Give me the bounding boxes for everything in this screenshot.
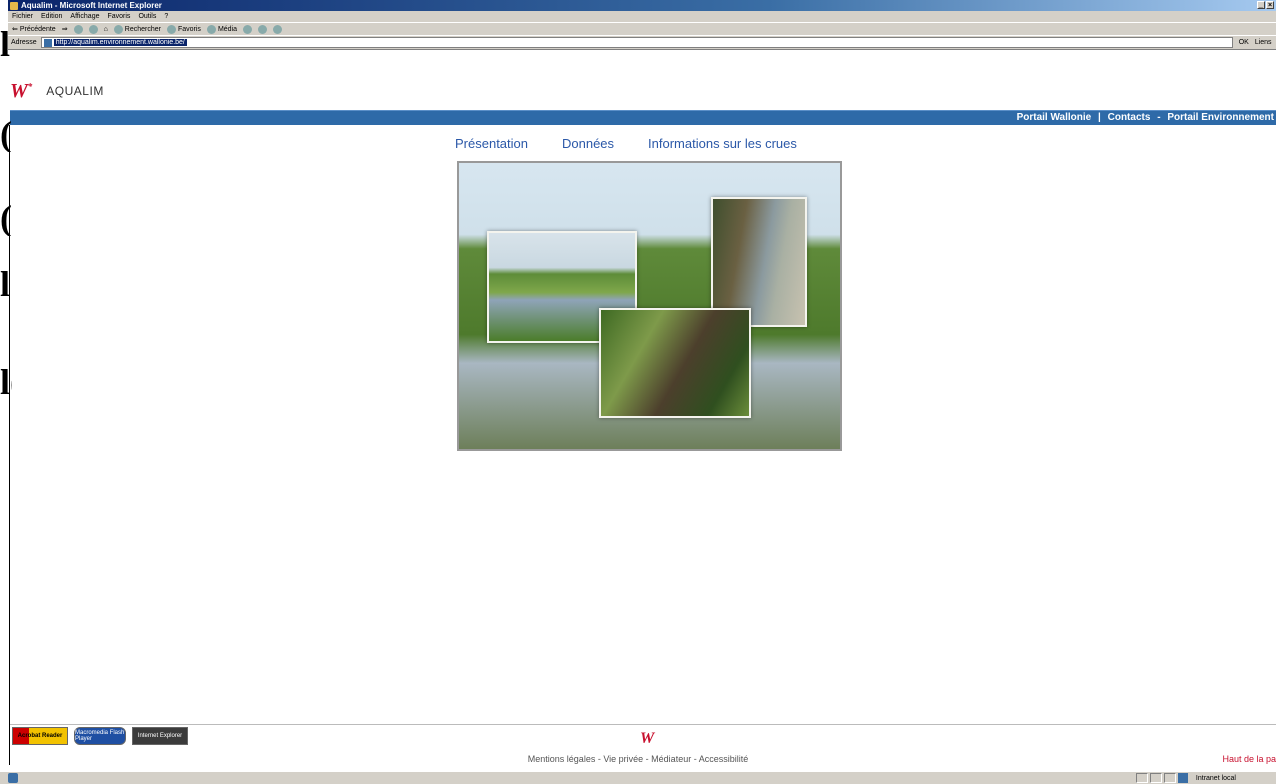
link-portail-wallonie[interactable]: Portail Wallonie <box>1017 112 1092 123</box>
security-zone: Intranet local <box>1195 774 1236 782</box>
menu-edition[interactable]: Edition <box>41 13 62 20</box>
mail-icon <box>258 24 268 34</box>
mail-button[interactable] <box>258 24 268 34</box>
stop-button[interactable] <box>73 24 83 34</box>
search-label: Rechercher <box>124 25 161 33</box>
print-button[interactable] <box>273 24 283 34</box>
top-link-separator: - <box>1157 112 1161 123</box>
window-title-bar[interactable]: Aqualim - Microsoft Internet Explorer _ … <box>8 0 1276 11</box>
main-nav: Présentation Données Informations sur le… <box>455 136 797 151</box>
footer-wallonie-logo: W <box>640 730 655 747</box>
history-button[interactable] <box>243 24 253 34</box>
menu-bar: Fichier Edition Affichage Favoris Outils… <box>8 11 1276 22</box>
browser-toolbar: ⇐ Précédente ⇒ ⌂ Rechercher Favoris Média <box>8 22 1276 35</box>
home-icon: ⌂ <box>103 25 108 33</box>
flash-player-badge[interactable]: Macromedia Flash Player <box>74 727 126 745</box>
ie-app-icon <box>10 1 18 10</box>
top-links: Portail Wallonie | Contacts - Portail En… <box>1017 112 1274 123</box>
print-icon <box>273 24 283 34</box>
favorites-button[interactable]: Favoris <box>166 24 201 34</box>
menu-fichier[interactable]: Fichier <box>12 13 33 20</box>
back-label: Précédente <box>19 25 56 33</box>
bg-glyph-1: l <box>0 26 11 62</box>
menu-help[interactable]: ? <box>164 13 168 20</box>
refresh-icon <box>88 24 98 34</box>
page-status-icon <box>8 773 18 783</box>
favorites-label: Favoris <box>177 25 201 33</box>
nav-crues[interactable]: Informations sur les crues <box>648 136 797 151</box>
window-controls: _ × <box>1257 1 1274 9</box>
bg-glyph-3: ( <box>0 200 12 236</box>
media-icon <box>206 24 216 34</box>
menu-affichage[interactable]: Affichage <box>70 13 99 20</box>
internet-explorer-badge[interactable]: Internet Explorer <box>132 727 188 745</box>
stop-icon <box>73 24 83 34</box>
menu-outils[interactable]: Outils <box>138 13 156 20</box>
status-pane <box>1135 773 1148 783</box>
home-button[interactable]: ⌂ <box>104 26 108 33</box>
search-icon <box>113 24 123 34</box>
bg-glyph-4: l <box>0 266 11 302</box>
logo-letter: W <box>10 79 28 102</box>
address-bar: Adresse http://aqualim.environnement.wal… <box>8 35 1276 50</box>
menu-favoris[interactable]: Favoris <box>107 13 130 20</box>
history-icon <box>243 24 253 34</box>
address-label: Adresse <box>11 39 37 46</box>
top-nav-bar: Portail Wallonie | Contacts - Portail En… <box>10 110 1276 125</box>
address-input[interactable]: http://aqualim.environnement.wallonie.be… <box>40 37 1233 48</box>
forward-button[interactable]: ⇒ <box>62 25 68 33</box>
link-portail-environnement[interactable]: Portail Environnement <box>1167 112 1274 123</box>
status-pane <box>1163 773 1176 783</box>
logo-star-icon: * <box>27 80 33 91</box>
back-to-top-link[interactable]: Haut de la pa <box>1222 754 1276 764</box>
footer-links[interactable]: Mentions légales - Vie privée - Médiateu… <box>0 754 1276 764</box>
site-header: W* AQUALIM <box>10 80 104 110</box>
hero-river-collage <box>457 161 842 451</box>
nav-donnees[interactable]: Données <box>562 136 614 151</box>
acrobat-reader-badge[interactable]: Acrobat Reader <box>12 727 68 745</box>
links-button[interactable]: Liens <box>1255 39 1272 46</box>
status-panes: Intranet local <box>1135 773 1276 783</box>
search-button[interactable]: Rechercher <box>113 24 161 34</box>
page-icon <box>43 38 52 47</box>
bg-glyph-5: l( <box>0 364 12 400</box>
status-bar: Intranet local <box>0 771 1276 784</box>
link-contacts[interactable]: Contacts <box>1108 112 1151 123</box>
top-link-separator: | <box>1098 112 1101 123</box>
footer-divider <box>10 724 1276 725</box>
close-button[interactable]: × <box>1266 1 1274 9</box>
go-button[interactable]: OK <box>1239 39 1249 46</box>
refresh-button[interactable] <box>88 24 98 34</box>
address-url: http://aqualim.environnement.wallonie.be… <box>53 39 187 46</box>
measuring-station-photo <box>599 308 751 418</box>
back-button[interactable]: ⇐ Précédente <box>12 25 56 34</box>
plugin-badges: Acrobat Reader Macromedia Flash Player I… <box>12 727 188 745</box>
back-arrow-icon: ⇐ <box>12 26 18 33</box>
site-name: AQUALIM <box>46 84 104 98</box>
wallonie-logo[interactable]: W* <box>10 80 32 103</box>
minimize-button[interactable]: _ <box>1257 1 1265 9</box>
forward-arrow-icon: ⇒ <box>61 26 68 33</box>
intranet-zone-icon <box>1177 773 1188 783</box>
page: { "window": {"title": "Aqualim - Microso… <box>0 0 1276 784</box>
nav-presentation[interactable]: Présentation <box>455 136 528 151</box>
bg-glyph-2: ( <box>0 116 12 152</box>
favorites-icon <box>166 24 176 34</box>
media-label: Média <box>217 25 238 33</box>
status-pane <box>1149 773 1162 783</box>
media-button[interactable]: Média <box>206 24 238 34</box>
window-title: Aqualim - Microsoft Internet Explorer <box>21 1 162 10</box>
